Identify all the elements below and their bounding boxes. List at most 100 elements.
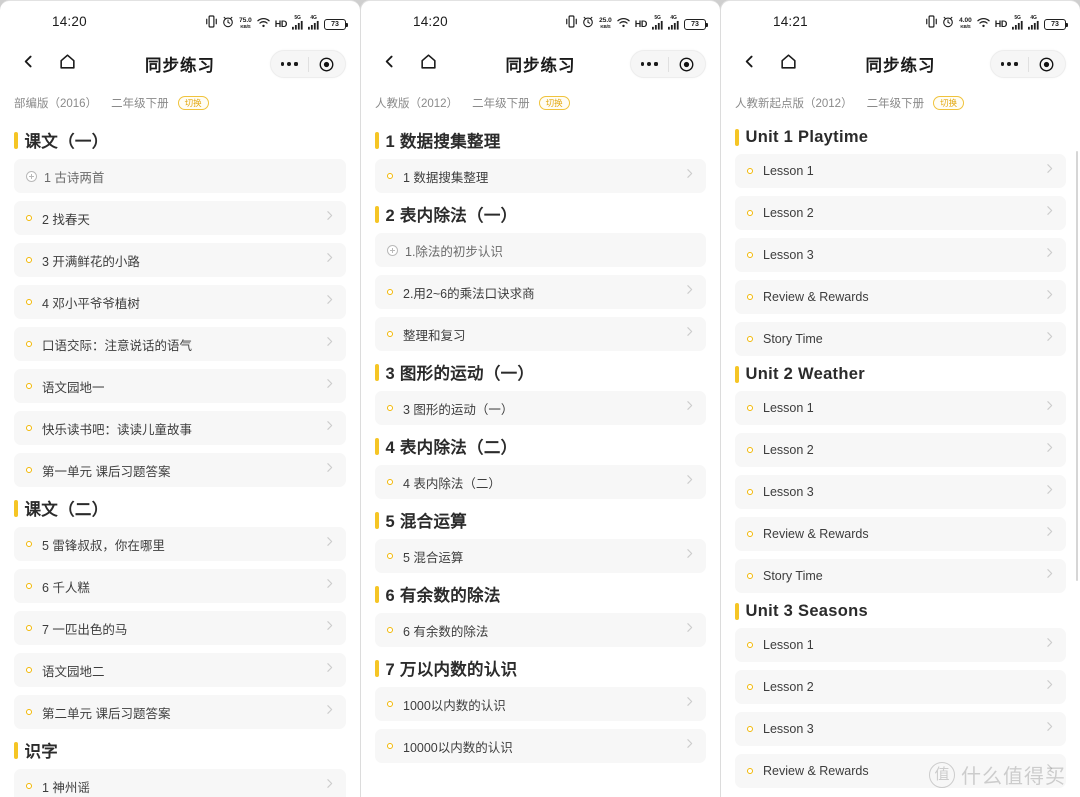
switch-textbook-button[interactable]: 切换: [933, 96, 965, 110]
phone-screen-3: 14:21 4.00 KB/S HD 5G 4G 73 同步练习 人教新起点版（2012） 二年级…: [720, 0, 1080, 797]
list-item-label: Lesson 2: [763, 206, 814, 220]
list-item[interactable]: 1.除法的初步认识: [375, 233, 706, 267]
bullet-icon: [387, 627, 393, 633]
list-item[interactable]: 3 开满鲜花的小路: [14, 243, 346, 277]
grade-volume: 二年级下册: [111, 98, 169, 110]
list-item[interactable]: 2.用2~6的乘法口诀求商: [375, 275, 706, 309]
list-item[interactable]: Lesson 1: [735, 391, 1066, 425]
list-item[interactable]: Story Time: [735, 559, 1066, 593]
chevron-right-icon: [683, 325, 696, 343]
home-icon[interactable]: [419, 52, 438, 76]
chevron-right-icon: [323, 703, 336, 721]
nav-bar: 同步练习: [361, 41, 720, 87]
bullet-icon: [387, 173, 393, 179]
list-item[interactable]: 6 千人糕: [14, 569, 346, 603]
chevron-right-icon: [323, 335, 336, 353]
list-item[interactable]: Lesson 3: [735, 238, 1066, 272]
more-dots-icon[interactable]: [991, 61, 1028, 67]
list-item[interactable]: 6 有余数的除法: [375, 613, 706, 647]
bullet-icon: [747, 336, 753, 342]
more-dots-icon[interactable]: [631, 61, 668, 67]
switch-textbook-button[interactable]: 切换: [538, 96, 570, 110]
list-item[interactable]: 第二单元 课后习题答案: [14, 695, 346, 729]
section-accent-bar: [375, 205, 379, 223]
list-item[interactable]: Review & Rewards: [735, 517, 1066, 551]
list-item[interactable]: 口语交际：注意说话的语气: [14, 327, 346, 361]
list-item[interactable]: 4 邓小平爷爷植树: [14, 285, 346, 319]
list-item[interactable]: 整理和复习: [375, 317, 706, 351]
battery-indicator: 73: [324, 18, 348, 30]
chevron-right-icon: [1043, 636, 1056, 654]
section-title: 课文（二）: [24, 501, 109, 519]
list-item[interactable]: 第一单元 课后习题答案: [14, 453, 346, 487]
status-icons: 25.0 KB/S HD 5G 4G 73: [566, 15, 708, 33]
status-time: 14:20: [52, 14, 87, 29]
list-item-label: Review & Rewards: [763, 290, 869, 304]
target-icon[interactable]: [309, 57, 346, 72]
list-item[interactable]: Lesson 3: [735, 475, 1066, 509]
status-bar: 14:21 4.00 KB/S HD 5G 4G 73: [721, 1, 1080, 41]
list-item-label: Review & Rewards: [763, 764, 869, 778]
section-title: 5 混合运算: [385, 513, 468, 531]
list-item[interactable]: 1000以内数的认识: [375, 687, 706, 721]
bullet-icon: [747, 168, 753, 174]
bullet-icon: [747, 489, 753, 495]
mini-program-capsule: [990, 50, 1066, 78]
bullet-icon: [26, 709, 32, 715]
chevron-right-icon: [323, 251, 336, 269]
chevron-right-icon: [323, 293, 336, 311]
more-dots-icon[interactable]: [271, 61, 308, 67]
chevron-left-icon[interactable]: [20, 53, 37, 75]
list-item[interactable]: Lesson 2: [735, 196, 1066, 230]
list-item[interactable]: 7 一匹出色的马: [14, 611, 346, 645]
list-item-label: 第一单元 课后习题答案: [42, 464, 171, 479]
list-item-label: 5 混合运算: [403, 550, 464, 565]
status-icons: 75.0 KB/S HD 5G 4G 73: [206, 15, 348, 33]
home-icon[interactable]: [779, 52, 798, 76]
list-item[interactable]: Lesson 3: [735, 712, 1066, 746]
signal-icon-5g-bars: [1012, 20, 1023, 32]
list-item[interactable]: 4 表内除法（二）: [375, 465, 706, 499]
target-icon[interactable]: [669, 57, 706, 72]
home-icon[interactable]: [58, 52, 77, 76]
list-item[interactable]: 5 混合运算: [375, 539, 706, 573]
bullet-icon: [26, 215, 32, 221]
list-item[interactable]: Review & Rewards: [735, 754, 1066, 788]
list-item[interactable]: 2 找春天: [14, 201, 346, 235]
list-item[interactable]: Lesson 2: [735, 670, 1066, 704]
section-title: 识字: [24, 743, 59, 761]
list-item[interactable]: 语文园地一: [14, 369, 346, 403]
list-item[interactable]: Lesson 1: [735, 628, 1066, 662]
network-speed-value: 25.0: [599, 17, 612, 24]
chevron-right-icon: [1043, 399, 1056, 417]
switch-textbook-button[interactable]: 切换: [177, 96, 209, 110]
bullet-icon: [387, 701, 393, 707]
vibrate-icon: [566, 15, 578, 33]
bullet-icon: [387, 289, 393, 295]
list-item[interactable]: Lesson 2: [735, 433, 1066, 467]
list-item[interactable]: 5 雷锋叔叔，你在哪里: [14, 527, 346, 561]
section-header: 1 数据搜集整理: [375, 128, 706, 152]
list-item[interactable]: 快乐读书吧：读读儿童故事: [14, 411, 346, 445]
list-item[interactable]: Story Time: [735, 322, 1066, 356]
list-item-label: 语文园地一: [42, 380, 105, 395]
chevron-right-icon: [1043, 330, 1056, 348]
section-accent-bar: [375, 511, 379, 529]
list-item[interactable]: 1 神州谣: [14, 769, 346, 797]
chevron-right-icon: [323, 209, 336, 227]
list-item[interactable]: Review & Rewards: [735, 280, 1066, 314]
chevron-right-icon: [683, 283, 696, 301]
list-item[interactable]: 10000以内数的认识: [375, 729, 706, 763]
list-item[interactable]: 语文园地二: [14, 653, 346, 687]
target-icon[interactable]: [1029, 57, 1066, 72]
textbook-edition: 人教新起点版（2012）: [735, 98, 853, 110]
chevron-left-icon[interactable]: [381, 53, 398, 75]
list-item[interactable]: Lesson 1: [735, 154, 1066, 188]
chevron-left-icon[interactable]: [741, 53, 758, 75]
bullet-icon: [26, 583, 32, 589]
list-item[interactable]: 1 数据搜集整理: [375, 159, 706, 193]
vertical-scrollbar[interactable]: [1075, 151, 1078, 581]
list-item[interactable]: 1 古诗两首: [14, 159, 346, 193]
list-item[interactable]: 3 图形的运动（一）: [375, 391, 706, 425]
section-header: 7 万以内数的认识: [375, 656, 706, 680]
